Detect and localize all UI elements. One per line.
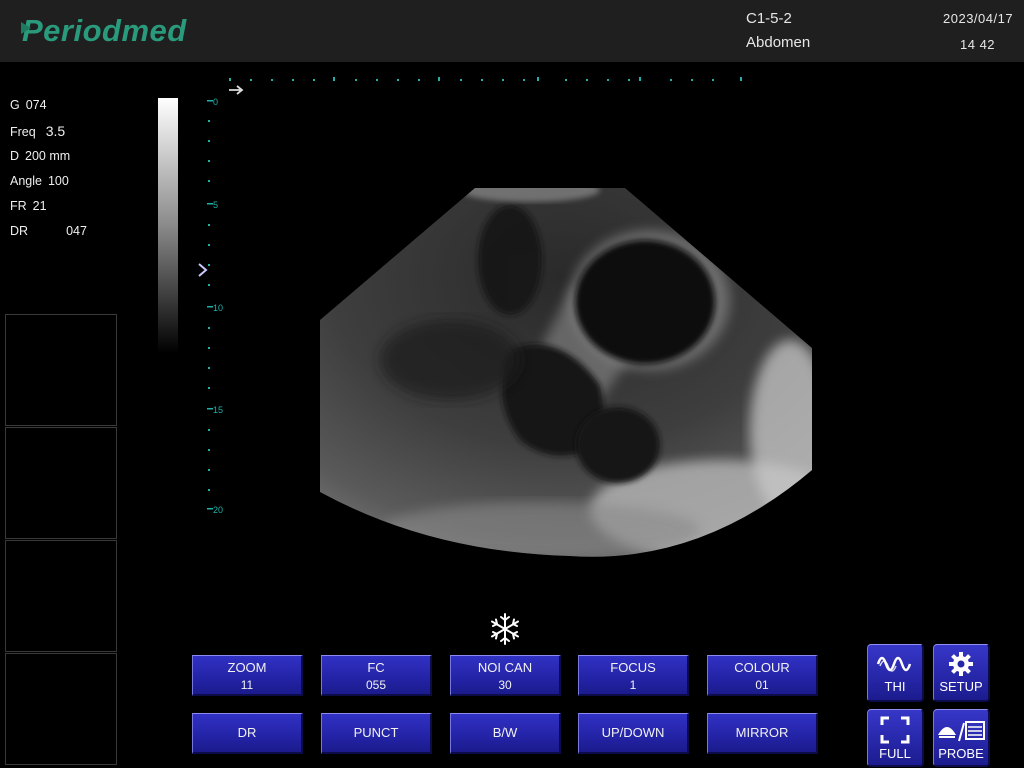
horizontal-scale	[229, 77, 742, 81]
depth-label-10: 10	[213, 303, 223, 313]
time-display: 14 42	[960, 37, 996, 52]
fc-button[interactable]: FC 055	[321, 655, 432, 696]
depth-label-15: 15	[213, 405, 223, 415]
top-header-bar: Periodmed C1-5-2 Abdomen 2023/04/17 14 4…	[0, 0, 1024, 62]
thi-button[interactable]: THI	[867, 644, 924, 702]
bw-button[interactable]: B/W	[450, 713, 561, 754]
setup-button[interactable]: SETUP	[933, 644, 990, 702]
probe-button[interactable]: PROBE	[933, 709, 990, 767]
depth-label-20: 20	[213, 505, 223, 515]
probe-icon	[938, 721, 985, 742]
full-screen-button[interactable]: FULL	[867, 709, 924, 767]
param-frequency: Freq 3.5	[10, 123, 66, 140]
focus-position-marker[interactable]	[198, 263, 208, 277]
logo-triangle-icon	[21, 22, 31, 34]
logo-text: Periodmed	[22, 13, 187, 48]
cine-thumbnail-1[interactable]	[5, 314, 117, 426]
param-frame-rate: FR 21	[10, 199, 47, 214]
cine-thumbnail-3[interactable]	[5, 540, 117, 652]
depth-label-0: 0	[213, 97, 218, 107]
brand-logo: Periodmed	[21, 13, 187, 49]
waveform-icon	[876, 656, 912, 672]
probe-code: C1-5-2	[746, 10, 792, 27]
focus-button[interactable]: FOCUS 1	[578, 655, 689, 696]
cine-thumbnail-4[interactable]	[5, 653, 117, 765]
zoom-button[interactable]: ZOOM 11	[192, 655, 303, 696]
param-angle: Angle 100	[10, 173, 69, 188]
exam-preset: Abdomen	[746, 34, 811, 51]
imaging-parameters: G 074 Freq 3.5 D 200 mm Angle 100 FR 21 DR 047	[10, 98, 87, 250]
date-display: 2023/04/17	[943, 11, 1014, 26]
snowflake-icon	[491, 613, 519, 645]
param-depth: D 200 mm	[10, 148, 71, 163]
mirror-button[interactable]: MIRROR	[707, 713, 818, 754]
depth-label-5: 5	[213, 200, 218, 210]
dr-button[interactable]: DR	[192, 713, 303, 754]
colour-button[interactable]: COLOUR 01	[707, 655, 818, 696]
fullscreen-icon	[880, 716, 910, 744]
grayscale-bar	[158, 98, 178, 353]
depth-scale: 0 5 10 15 20	[207, 97, 223, 515]
ultrasound-image[interactable]	[300, 180, 830, 565]
gear-icon	[949, 652, 973, 676]
param-gain: G 074	[10, 98, 47, 112]
param-dynamic-range: DR 047	[10, 224, 87, 239]
puncture-button[interactable]: PUNCT	[321, 713, 432, 754]
up-down-button[interactable]: UP/DOWN	[578, 713, 689, 754]
noise-cancel-button[interactable]: NOI CAN 30	[450, 655, 561, 696]
cine-thumbnail-2[interactable]	[5, 427, 117, 539]
